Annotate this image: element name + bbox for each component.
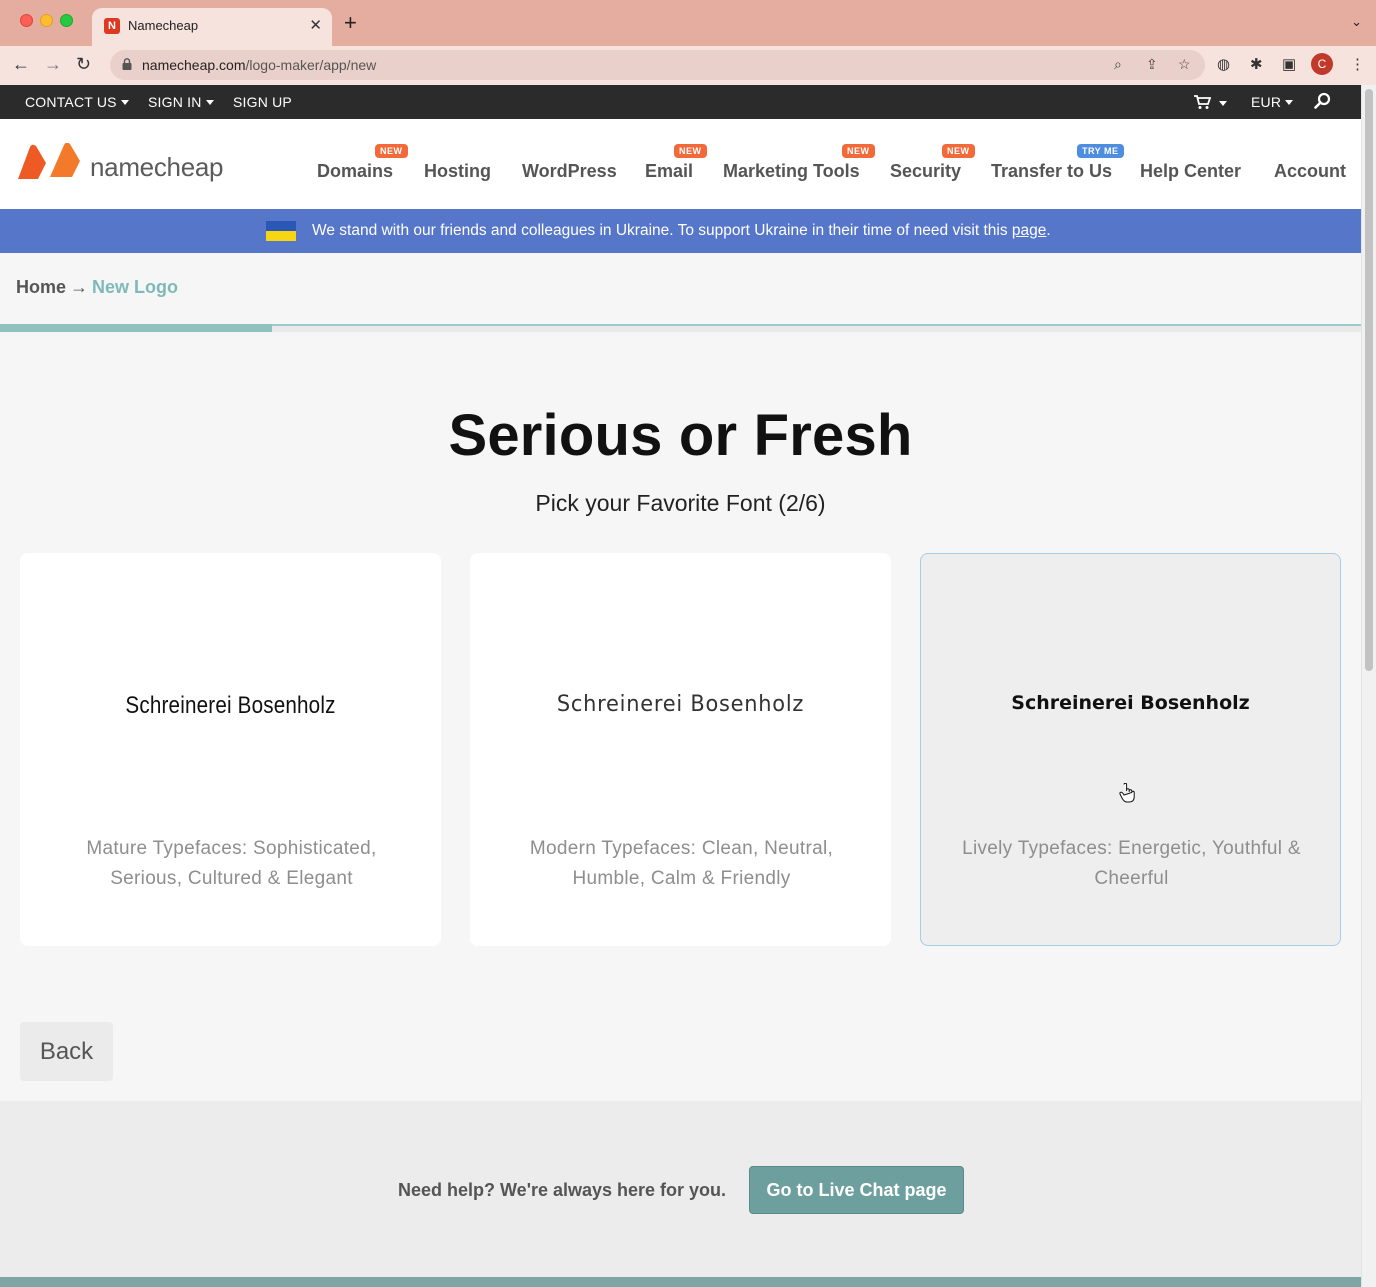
footer-edge	[0, 1277, 1361, 1287]
forward-arrow-icon[interactable]: →	[44, 53, 62, 75]
side-panel-icon[interactable]: ▣	[1282, 55, 1296, 73]
site-top-bar: CONTACT US SIGN IN SIGN UP EUR	[0, 85, 1361, 119]
help-section: Need help? We're always here for you. Go…	[0, 1101, 1361, 1287]
nav-marketing-tools-badge: NEW	[842, 144, 875, 158]
page-scrollbar[interactable]	[1361, 85, 1376, 1287]
new-tab-plus-icon[interactable]: +	[344, 12, 357, 34]
font-sample: Schreinerei Bosenholz	[556, 692, 805, 717]
extensions-puzzle-icon[interactable]: ✱	[1250, 55, 1263, 73]
tab-close-icon[interactable]: ✕	[309, 16, 322, 34]
share-icon[interactable]: ⇪	[1146, 56, 1158, 73]
lock-icon	[122, 58, 132, 70]
live-chat-button[interactable]: Go to Live Chat page	[749, 1166, 964, 1214]
contact-us-menu[interactable]: CONTACT US	[25, 94, 129, 110]
breadcrumb-arrow-icon: →	[70, 277, 89, 297]
breadcrumb-current: New Logo	[92, 277, 179, 297]
reload-icon[interactable]: ↻	[76, 53, 91, 75]
address-bar[interactable]: namecheap.com/logo-maker/app/new ⌕ ⇪ ☆	[110, 50, 1205, 80]
page-subtitle: Pick your Favorite Font (2/6)	[535, 490, 826, 516]
font-card-modern[interactable]: Schreinerei Bosenholz Modern Typefaces: …	[470, 553, 891, 946]
font-sample: Schreinerei Bosenholz	[1011, 692, 1250, 714]
font-sample: Schreinerei Bosenholz	[125, 692, 336, 719]
nav-help-center[interactable]: Help Center	[1140, 161, 1241, 182]
back-button[interactable]: Back	[20, 1022, 113, 1081]
font-description: Lively Typefaces: Energetic, Youthful & …	[962, 838, 1301, 889]
nav-domains[interactable]: Domains	[317, 161, 393, 182]
browser-tab-strip: N Namecheap ✕ + ⌄	[0, 0, 1376, 46]
nav-account[interactable]: Account	[1274, 161, 1346, 182]
progress-fill	[0, 324, 273, 332]
scrollbar-thumb[interactable]	[1365, 89, 1373, 671]
breadcrumb: Home → New Logo	[16, 277, 178, 298]
zoom-lens-icon[interactable]: ⌕	[1114, 56, 1122, 73]
namecheap-logo-icon[interactable]	[16, 143, 82, 181]
nav-transfer-to-us[interactable]: Transfer to Us	[991, 161, 1112, 182]
font-card-lively[interactable]: Schreinerei Bosenholz Lively Typefaces: …	[920, 553, 1341, 946]
hand-pointer-cursor-icon	[1119, 783, 1135, 803]
zoom-window-button[interactable]	[60, 14, 73, 27]
nav-security[interactable]: Security	[890, 161, 961, 182]
tab-title: Namecheap	[128, 18, 199, 33]
cart-icon[interactable]	[1193, 94, 1227, 111]
password-extension-icon[interactable]: ◍	[1217, 55, 1230, 73]
breadcrumb-home-link[interactable]: Home	[16, 277, 66, 297]
back-arrow-icon[interactable]: ←	[12, 53, 30, 75]
minimize-window-button[interactable]	[40, 14, 53, 27]
search-icon[interactable]	[1314, 92, 1331, 112]
currency-selector[interactable]: EUR	[1251, 94, 1294, 110]
nav-marketing-tools[interactable]: Marketing Tools	[723, 161, 860, 182]
banner-text: We stand with our friends and colleagues…	[312, 222, 1051, 239]
kebab-menu-icon[interactable]: ⋮	[1350, 55, 1365, 73]
font-description: Modern Typefaces: Clean, Neutral, Humble…	[529, 838, 834, 889]
page-title: Serious or Fresh	[448, 403, 913, 468]
nav-wordpress[interactable]: WordPress	[522, 161, 617, 182]
banner-page-link[interactable]: page	[1012, 222, 1046, 239]
nav-domains-badge: NEW	[375, 144, 408, 158]
sign-in-menu[interactable]: SIGN IN	[148, 94, 214, 110]
close-window-button[interactable]	[20, 14, 33, 27]
site-header: namecheap Domains NEW Hosting WordPress …	[0, 119, 1361, 209]
sign-up-link[interactable]: SIGN UP	[233, 94, 292, 110]
url-text: namecheap.com/logo-maker/app/new	[142, 57, 377, 73]
browser-toolbar: ← → ↻ namecheap.com/logo-maker/app/new ⌕…	[0, 46, 1376, 85]
ukraine-flag-icon	[266, 221, 296, 241]
nav-email[interactable]: Email	[645, 161, 693, 182]
ukraine-banner: We stand with our friends and colleagues…	[0, 209, 1361, 253]
help-text: Need help? We're always here for you.	[398, 1180, 727, 1200]
logo-text[interactable]: namecheap	[90, 152, 223, 183]
nav-email-badge: NEW	[674, 144, 707, 158]
browser-tab[interactable]: N Namecheap ✕	[92, 8, 332, 46]
nav-hosting[interactable]: Hosting	[424, 161, 491, 182]
font-card-mature[interactable]: Schreinerei Bosenholz Mature Typefaces: …	[20, 553, 441, 946]
profile-avatar[interactable]: C	[1311, 53, 1333, 75]
nav-security-badge: NEW	[942, 144, 975, 158]
tab-search-chevron-icon[interactable]: ⌄	[1351, 14, 1362, 30]
nav-transfer-badge: TRY ME	[1077, 144, 1124, 158]
namecheap-favicon-icon: N	[104, 18, 120, 34]
bookmark-star-icon[interactable]: ☆	[1178, 56, 1191, 73]
font-description: Mature Typefaces: Sophisticated, Serious…	[86, 838, 377, 889]
